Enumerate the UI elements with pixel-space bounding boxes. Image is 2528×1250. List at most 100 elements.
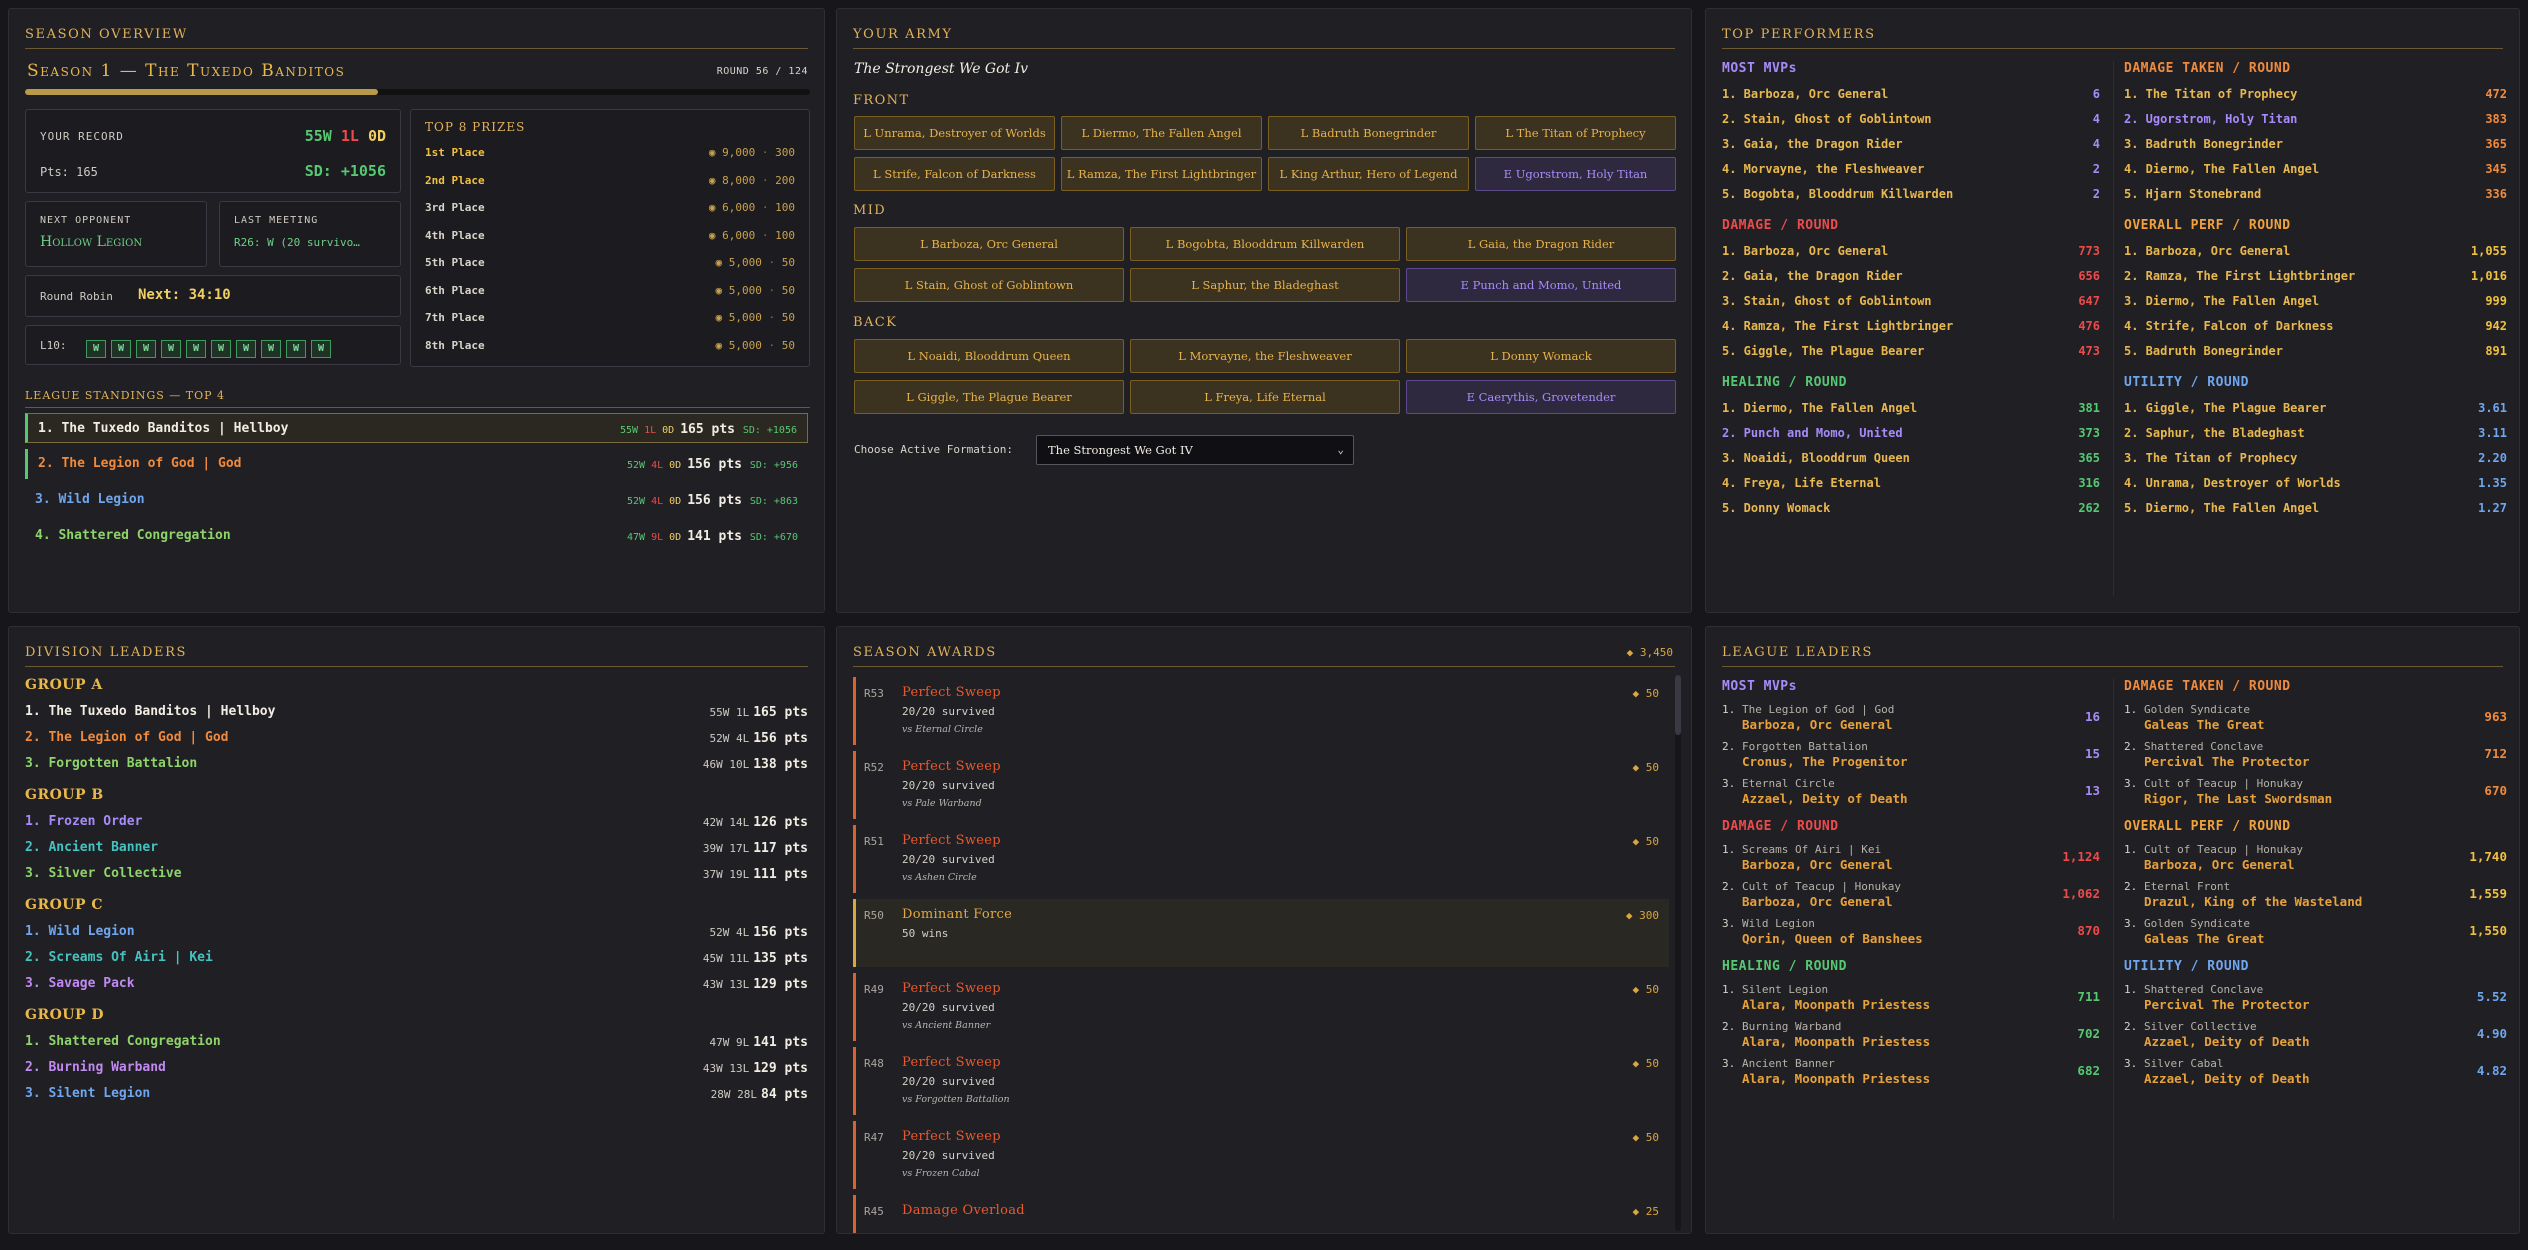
award-item[interactable]: R53Perfect Sweep20/20 survivedvs Eternal… — [853, 677, 1669, 745]
performer-row[interactable]: 2. Gaia, the Dragon Rider656 — [1722, 265, 2100, 289]
performer-value: 365 — [2485, 137, 2507, 151]
performer-row[interactable]: 5. Giggle, The Plague Bearer473 — [1722, 340, 2100, 364]
division-row[interactable]: 3. Savage Pack43W 13L129 pts — [25, 972, 808, 996]
division-row[interactable]: 2. Ancient Banner39W 17L117 pts — [25, 836, 808, 860]
leader-row[interactable]: 1.Shattered ConclavePercival The Protect… — [2124, 981, 2507, 1019]
standings-row[interactable]: 2. The Legion of God | God52W 4L 0D 156 … — [25, 449, 808, 479]
division-row[interactable]: 1. The Tuxedo Banditos | Hellboy55W 1L16… — [25, 700, 808, 724]
scrollbar-thumb[interactable] — [1675, 675, 1681, 735]
leader-row[interactable]: 3.Cult of Teacup | HonukayRigor, The Las… — [2124, 775, 2507, 813]
award-item[interactable]: R48Perfect Sweep20/20 survivedvs Forgott… — [853, 1047, 1669, 1115]
performer-row[interactable]: 1. The Titan of Prophecy472 — [2124, 83, 2507, 107]
division-row[interactable]: 2. Screams Of Airi | Kei45W 11L135 pts — [25, 946, 808, 970]
next-opponent-name[interactable]: Hollow Legion — [40, 234, 142, 250]
award-item[interactable]: R50Dominant Force50 wins◆ 300 — [853, 899, 1669, 967]
award-item[interactable]: R49Perfect Sweep20/20 survivedvs Ancient… — [853, 973, 1669, 1041]
leader-row[interactable]: 1.Cult of Teacup | HonukayBarboza, Orc G… — [2124, 841, 2507, 879]
unit-card[interactable]: E Ugorstrom, Holy Titan — [1475, 157, 1676, 191]
leader-row[interactable]: 3.Ancient BannerAlara, Moonpath Priestes… — [1722, 1055, 2100, 1093]
leader-row[interactable]: 3.Silver CabalAzzael, Deity of Death4.82 — [2124, 1055, 2507, 1093]
leader-row[interactable]: 3.Eternal CircleAzzael, Deity of Death13 — [1722, 775, 2100, 813]
unit-card[interactable]: E Punch and Momo, United — [1406, 268, 1676, 302]
leader-row[interactable]: 1.The Legion of God | GodBarboza, Orc Ge… — [1722, 701, 2100, 739]
unit-card[interactable]: L Strife, Falcon of Darkness — [854, 157, 1055, 191]
award-item[interactable]: R45Damage Overload◆ 25 — [853, 1195, 1669, 1234]
unit-card[interactable]: L Morvayne, the Fleshweaver — [1130, 339, 1400, 373]
unit-card[interactable]: L Badruth Bonegrinder — [1268, 116, 1469, 150]
performer-row[interactable]: 3. Stain, Ghost of Goblintown647 — [1722, 290, 2100, 314]
unit-card[interactable]: L Giggle, The Plague Bearer — [854, 380, 1124, 414]
performer-row[interactable]: 2. Saphur, the Bladeghast3.11 — [2124, 422, 2507, 446]
award-item[interactable]: R47Perfect Sweep20/20 survivedvs Frozen … — [853, 1121, 1669, 1189]
leader-value: 711 — [2077, 989, 2100, 1004]
performer-row[interactable]: 3. Diermo, The Fallen Angel999 — [2124, 290, 2507, 314]
unit-card[interactable]: L Bogobta, Blooddrum Killwarden — [1130, 227, 1400, 261]
leader-row[interactable]: 2.Cult of Teacup | HonukayBarboza, Orc G… — [1722, 878, 2100, 916]
performer-row[interactable]: 4. Freya, Life Eternal316 — [1722, 472, 2100, 496]
leader-row[interactable]: 2.Forgotten BattalionCronus, The Progeni… — [1722, 738, 2100, 776]
performer-row[interactable]: 1. Diermo, The Fallen Angel381 — [1722, 397, 2100, 421]
unit-card[interactable]: L The Titan of Prophecy — [1475, 116, 1676, 150]
performer-row[interactable]: 4. Unrama, Destroyer of Worlds1.35 — [2124, 472, 2507, 496]
points: 165 pts — [680, 422, 743, 437]
unit-card[interactable]: L Donny Womack — [1406, 339, 1676, 373]
division-row[interactable]: 3. Silver Collective37W 19L111 pts — [25, 862, 808, 886]
performer-row[interactable]: 2. Ramza, The First Lightbringer1,016 — [2124, 265, 2507, 289]
performer-row[interactable]: 4. Diermo, The Fallen Angel345 — [2124, 158, 2507, 182]
leader-row[interactable]: 3.Wild LegionQorin, Queen of Banshees870 — [1722, 915, 2100, 953]
division-row[interactable]: 1. Wild Legion52W 4L156 pts — [25, 920, 808, 944]
unit-card[interactable]: L Barboza, Orc General — [854, 227, 1124, 261]
division-row[interactable]: 1. Shattered Congregation47W 9L141 pts — [25, 1030, 808, 1054]
unit-card[interactable]: L Noaidi, Blooddrum Queen — [854, 339, 1124, 373]
performer-row[interactable]: 1. Giggle, The Plague Bearer3.61 — [2124, 397, 2507, 421]
performer-row[interactable]: 1. Barboza, Orc General1,055 — [2124, 240, 2507, 264]
unit-card[interactable]: L King Arthur, Hero of Legend — [1268, 157, 1469, 191]
leader-row[interactable]: 2.Silver CollectiveAzzael, Deity of Deat… — [2124, 1018, 2507, 1056]
formation-select[interactable]: The Strongest We Got IV ⌄ — [1036, 435, 1354, 465]
unit-card[interactable]: L Freya, Life Eternal — [1130, 380, 1400, 414]
performer-row[interactable]: 1. Barboza, Orc General6 — [1722, 83, 2100, 107]
performer-row[interactable]: 4. Morvayne, the Fleshweaver2 — [1722, 158, 2100, 182]
performer-row[interactable]: 5. Diermo, The Fallen Angel1.27 — [2124, 497, 2507, 521]
unit-card[interactable]: L Stain, Ghost of Goblintown — [854, 268, 1124, 302]
leader-row[interactable]: 2.Eternal FrontDrazul, King of the Waste… — [2124, 878, 2507, 916]
division-row[interactable]: 2. Burning Warband43W 13L129 pts — [25, 1056, 808, 1080]
performer-row[interactable]: 5. Donny Womack262 — [1722, 497, 2100, 521]
performer-row[interactable]: 5. Bogobta, Blooddrum Killwarden2 — [1722, 183, 2100, 207]
performer-row[interactable]: 4. Ramza, The First Lightbringer476 — [1722, 315, 2100, 339]
leader-row[interactable]: 1.Screams Of Airi | KeiBarboza, Orc Gene… — [1722, 841, 2100, 879]
award-item[interactable]: R52Perfect Sweep20/20 survivedvs Pale Wa… — [853, 751, 1669, 819]
performer-row[interactable]: 3. Badruth Bonegrinder365 — [2124, 133, 2507, 157]
leader-row[interactable]: 3.Golden SyndicateGaleas The Great1,550 — [2124, 915, 2507, 953]
performer-row[interactable]: 3. Gaia, the Dragon Rider4 — [1722, 133, 2100, 157]
leader-row[interactable]: 1.Silent LegionAlara, Moonpath Priestess… — [1722, 981, 2100, 1019]
performer-row[interactable]: 3. Noaidi, Blooddrum Queen365 — [1722, 447, 2100, 471]
leader-row[interactable]: 1.Golden SyndicateGaleas The Great963 — [2124, 701, 2507, 739]
division-row[interactable]: 3. Silent Legion28W 28L84 pts — [25, 1082, 808, 1106]
unit-card[interactable]: L Ramza, The First Lightbringer — [1061, 157, 1262, 191]
unit-card[interactable]: L Saphur, the Bladeghast — [1130, 268, 1400, 302]
performer-row[interactable]: 5. Hjarn Stonebrand336 — [2124, 183, 2507, 207]
leader-row[interactable]: 2.Shattered ConclavePercival The Protect… — [2124, 738, 2507, 776]
scrollbar[interactable] — [1675, 675, 1681, 1231]
performer-row[interactable]: 1. Barboza, Orc General773 — [1722, 240, 2100, 264]
performer-row[interactable]: 2. Ugorstrom, Holy Titan383 — [2124, 108, 2507, 132]
leader-row[interactable]: 2.Burning WarbandAlara, Moonpath Prieste… — [1722, 1018, 2100, 1056]
performer-row[interactable]: 4. Strife, Falcon of Darkness942 — [2124, 315, 2507, 339]
division-row[interactable]: 1. Frozen Order42W 14L126 pts — [25, 810, 808, 834]
performer-row[interactable]: 2. Stain, Ghost of Goblintown4 — [1722, 108, 2100, 132]
award-item[interactable]: R51Perfect Sweep20/20 survivedvs Ashen C… — [853, 825, 1669, 893]
performer-row[interactable]: 5. Badruth Bonegrinder891 — [2124, 340, 2507, 364]
standings-row[interactable]: 1. The Tuxedo Banditos | Hellboy55W 1L 0… — [25, 413, 808, 443]
performer-row[interactable]: 2. Punch and Momo, United373 — [1722, 422, 2100, 446]
division-row[interactable]: 2. The Legion of God | God52W 4L156 pts — [25, 726, 808, 750]
performer-row[interactable]: 3. The Titan of Prophecy2.20 — [2124, 447, 2507, 471]
division-row[interactable]: 3. Forgotten Battalion46W 10L138 pts — [25, 752, 808, 776]
standings-row[interactable]: 3. Wild Legion52W 4L 0D 156 pts SD: +863 — [25, 485, 808, 515]
unit-card[interactable]: L Gaia, the Dragon Rider — [1406, 227, 1676, 261]
standings-row[interactable]: 4. Shattered Congregation47W 9L 0D 141 p… — [25, 521, 808, 551]
unit-card[interactable]: L Diermo, The Fallen Angel — [1061, 116, 1262, 150]
unit-card[interactable]: L Unrama, Destroyer of Worlds — [854, 116, 1055, 150]
unit-card[interactable]: E Caerythis, Grovetender — [1406, 380, 1676, 414]
guild-name: Silent Legion — [1742, 983, 1828, 996]
